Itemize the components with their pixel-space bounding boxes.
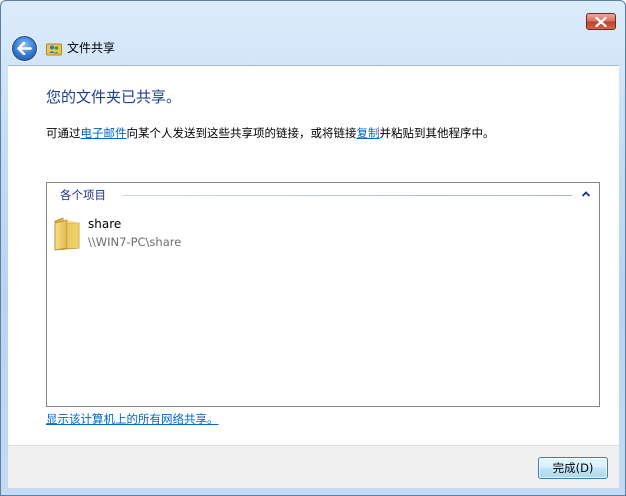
footer-bar: 完成(D) — [8, 445, 619, 488]
description-part1: 可通过 — [46, 126, 81, 140]
close-button[interactable] — [586, 13, 616, 30]
group-header[interactable]: 各个项目 — [60, 187, 112, 203]
content-area: 您的文件夹已共享。 可通过电子邮件向某个人发送到这些共享项的链接，或将链接复制并… — [8, 65, 619, 446]
group-divider — [122, 195, 572, 196]
chevron-up-icon[interactable] — [580, 189, 592, 199]
folder-path: \\WIN7-PC\share — [88, 235, 182, 249]
page-heading: 您的文件夹已共享。 — [46, 88, 182, 106]
folder-icon — [54, 217, 80, 251]
copy-link[interactable]: 复制 — [357, 126, 380, 140]
description-part2: 向某个人发送到这些共享项的链接，或将链接 — [126, 126, 357, 140]
back-arrow-icon — [17, 42, 32, 55]
email-link[interactable]: 电子邮件 — [81, 126, 127, 140]
list-item[interactable]: share \\WIN7-PC\share — [51, 217, 251, 253]
file-sharing-window: 文件共享 您的文件夹已共享。 可通过电子邮件向某个人发送到这些共享项的链接，或将… — [0, 0, 626, 496]
shared-users-icon — [46, 43, 62, 56]
window-title: 文件共享 — [67, 41, 116, 55]
folder-name: share — [88, 217, 122, 231]
description-text: 可通过电子邮件向某个人发送到这些共享项的链接，或将链接复制并粘贴到其他程序中。 — [46, 125, 495, 141]
back-button[interactable] — [12, 36, 37, 61]
show-all-shares-link[interactable]: 显示该计算机上的所有网络共享。 — [46, 411, 219, 427]
shared-items-list[interactable]: 各个项目 share \\WIN7-PC\share — [46, 182, 600, 407]
description-part3: 并粘贴到其他程序中。 — [379, 126, 495, 140]
finish-button[interactable]: 完成(D) — [538, 457, 608, 479]
close-icon — [595, 16, 607, 27]
